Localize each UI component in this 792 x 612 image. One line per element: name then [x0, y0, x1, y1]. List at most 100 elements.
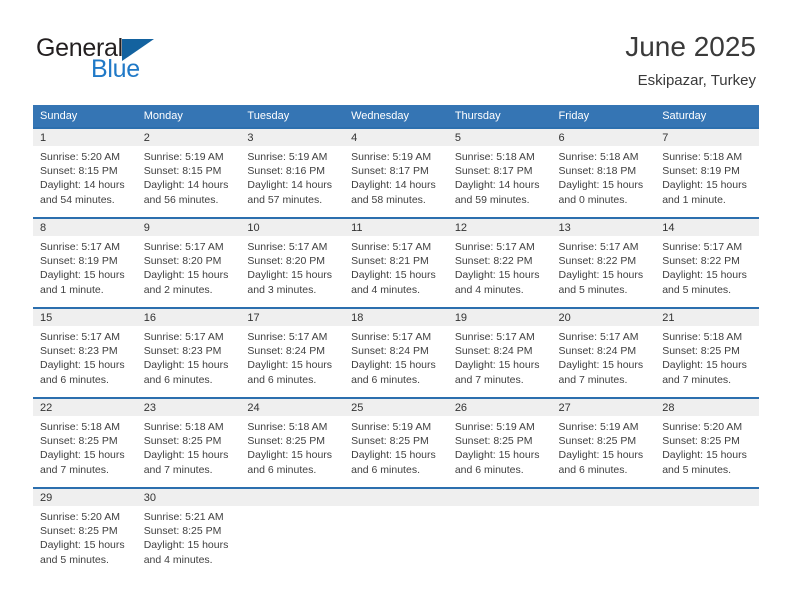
day-cell[interactable]: 24 Sunrise: 5:18 AM Sunset: 8:25 PM Dayligh… — [240, 397, 345, 487]
daylight-text-line1: Daylight: 15 hours — [40, 269, 125, 282]
day-cell[interactable]: 20 Sunrise: 5:17 AM Sunset: 8:24 PM Dayligh… — [551, 307, 656, 397]
day-cell[interactable]: 2 Sunrise: 5:19 AM Sunset: 8:15 PM Daylight… — [136, 127, 241, 217]
day-cell[interactable]: 28 Sunrise: 5:20 AM Sunset: 8:25 PM Dayligh… — [655, 397, 759, 487]
day-number: 14 — [655, 219, 759, 236]
daylight-text-line2: and 0 minutes. — [558, 193, 628, 206]
page-title: June 2025 — [625, 31, 756, 62]
day-cell[interactable]: 8 Sunrise: 5:17 AM Sunset: 8:19 PM Daylight… — [33, 217, 137, 307]
daylight-text-line2: and 58 minutes. — [351, 193, 426, 206]
daylight-text-line1: Daylight: 15 hours — [351, 449, 436, 462]
daylight-text-line2: and 7 minutes. — [662, 373, 732, 386]
day-number — [655, 489, 759, 506]
sunset-text: Sunset: 8:23 PM — [40, 345, 118, 358]
daylight-text-line2: and 7 minutes. — [40, 463, 109, 476]
day-cell[interactable]: 22 Sunrise: 5:18 AM Sunset: 8:25 PM Dayligh… — [33, 397, 137, 487]
day-cell[interactable]: 19 Sunrise: 5:17 AM Sunset: 8:24 PM Dayligh… — [447, 307, 552, 397]
sunset-text: Sunset: 8:25 PM — [351, 435, 429, 448]
calendar-page: General Blue June 2025 Eskipazar, Turkey… — [0, 0, 792, 612]
day-number: 17 — [240, 309, 345, 326]
day-cell[interactable]: 23 Sunrise: 5:18 AM Sunset: 8:25 PM Dayligh… — [136, 397, 241, 487]
day-number: 1 — [33, 129, 137, 146]
day-cell[interactable]: 27 Sunrise: 5:19 AM Sunset: 8:25 PM Dayligh… — [551, 397, 656, 487]
day-number: 2 — [136, 129, 241, 146]
day-cell[interactable]: 21 Sunrise: 5:18 AM Sunset: 8:25 PM Dayligh… — [655, 307, 759, 397]
daylight-text-line2: and 6 minutes. — [247, 463, 317, 476]
daylight-text-line1: Daylight: 15 hours — [40, 539, 125, 552]
day-cell[interactable]: 18 Sunrise: 5:17 AM Sunset: 8:24 PM Dayligh… — [344, 307, 448, 397]
daylight-text-line1: Daylight: 15 hours — [662, 359, 747, 372]
day-number: 15 — [33, 309, 137, 326]
daylight-text-line2: and 6 minutes. — [351, 463, 420, 476]
daylight-text-line2: and 6 minutes. — [454, 463, 524, 476]
day-cell[interactable]: 25 Sunrise: 5:19 AM Sunset: 8:25 PM Dayligh… — [344, 397, 448, 487]
daylight-text-line2: and 5 minutes. — [558, 283, 628, 296]
day-cell[interactable]: 9 Sunrise: 5:17 AM Sunset: 8:20 PM Daylight… — [136, 217, 241, 307]
day-cell[interactable]: 16 Sunrise: 5:17 AM Sunset: 8:23 PM Dayligh… — [136, 307, 241, 397]
general-blue-logo[interactable]: General Blue — [36, 34, 226, 88]
daylight-text-line2: and 7 minutes. — [558, 373, 628, 386]
day-cell[interactable]: 26 Sunrise: 5:19 AM Sunset: 8:25 PM Dayligh… — [447, 397, 552, 487]
daylight-text-line2: and 56 minutes. — [143, 193, 219, 206]
daylight-text-line2: and 59 minutes. — [454, 193, 530, 206]
day-cell[interactable]: 29 Sunrise: 5:20 AM Sunset: 8:25 PM Dayligh… — [33, 487, 137, 577]
sunset-text: Sunset: 8:22 PM — [558, 255, 637, 268]
day-cell[interactable]: 14 Sunrise: 5:17 AM Sunset: 8:22 PM Dayligh… — [655, 217, 759, 307]
daylight-text-line2: and 5 minutes. — [662, 463, 732, 476]
sunrise-text: Sunrise: 5:17 AM — [454, 241, 535, 253]
sunset-text: Sunset: 8:24 PM — [351, 345, 429, 358]
day-cell[interactable]: 10 Sunrise: 5:17 AM Sunset: 8:20 PM Dayligh… — [240, 217, 345, 307]
day-cell[interactable]: 1 Sunrise: 5:20 AM Sunset: 8:15 PM Daylight… — [33, 127, 137, 217]
daylight-text-line1: Daylight: 15 hours — [558, 449, 644, 462]
sunrise-text: Sunrise: 5:17 AM — [351, 331, 432, 343]
day-number: 28 — [655, 399, 759, 416]
sunrise-text: Sunrise: 5:19 AM — [351, 151, 432, 163]
sunrise-text: Sunrise: 5:19 AM — [454, 421, 535, 433]
day-number: 4 — [344, 129, 448, 146]
day-number: 19 — [447, 309, 552, 326]
daylight-text-line1: Daylight: 15 hours — [558, 359, 644, 372]
sunset-text: Sunset: 8:15 PM — [40, 165, 118, 178]
day-cell[interactable]: 13 Sunrise: 5:17 AM Sunset: 8:22 PM Dayligh… — [551, 217, 656, 307]
daylight-text-line1: Daylight: 15 hours — [40, 359, 125, 372]
daylight-text-line1: Daylight: 14 hours — [247, 179, 333, 192]
day-number: 23 — [136, 399, 241, 416]
day-cell[interactable]: 7 Sunrise: 5:18 AM Sunset: 8:19 PM Daylight… — [655, 127, 759, 217]
sunrise-text: Sunrise: 5:17 AM — [558, 241, 639, 253]
day-cell-empty — [551, 487, 656, 577]
weekday-header-wednesday: Wednesday — [344, 105, 448, 127]
sunset-text: Sunset: 8:25 PM — [662, 435, 740, 448]
sunset-text: Sunset: 8:25 PM — [454, 435, 533, 448]
sunrise-text: Sunrise: 5:17 AM — [662, 241, 743, 253]
sunrise-text: Sunrise: 5:17 AM — [247, 331, 328, 343]
day-number: 5 — [447, 129, 552, 146]
sunrise-text: Sunrise: 5:20 AM — [662, 421, 743, 433]
calendar-table: Sunday Monday Tuesday Wednesday Thursday… — [33, 105, 759, 577]
day-cell[interactable]: 5 Sunrise: 5:18 AM Sunset: 8:17 PM Daylight… — [447, 127, 552, 217]
day-cell[interactable]: 4 Sunrise: 5:19 AM Sunset: 8:17 PM Daylight… — [344, 127, 448, 217]
day-number — [447, 489, 552, 506]
daylight-text-line2: and 1 minute. — [40, 283, 104, 296]
sunset-text: Sunset: 8:25 PM — [247, 435, 326, 448]
day-cell[interactable]: 30 Sunrise: 5:21 AM Sunset: 8:25 PM Dayligh… — [136, 487, 241, 577]
day-cell[interactable]: 17 Sunrise: 5:17 AM Sunset: 8:24 PM Dayligh… — [240, 307, 345, 397]
day-cell[interactable]: 3 Sunrise: 5:19 AM Sunset: 8:16 PM Daylight… — [240, 127, 345, 217]
daylight-text-line1: Daylight: 15 hours — [351, 359, 436, 372]
daylight-text-line2: and 5 minutes. — [662, 283, 732, 296]
page-subtitle: Eskipazar, Turkey — [637, 72, 756, 89]
day-cell-empty — [655, 487, 759, 577]
weekday-header-friday: Friday — [551, 105, 656, 127]
sunrise-text: Sunrise: 5:17 AM — [40, 241, 120, 253]
daylight-text-line2: and 7 minutes. — [454, 373, 524, 386]
day-cell[interactable]: 6 Sunrise: 5:18 AM Sunset: 8:18 PM Daylight… — [551, 127, 656, 217]
day-cell[interactable]: 12 Sunrise: 5:17 AM Sunset: 8:22 PM Dayligh… — [447, 217, 552, 307]
weekday-header-thursday: Thursday — [447, 105, 552, 127]
sunrise-text: Sunrise: 5:17 AM — [143, 331, 224, 343]
daylight-text-line2: and 7 minutes. — [143, 463, 213, 476]
day-cell[interactable]: 11 Sunrise: 5:17 AM Sunset: 8:21 PM Dayligh… — [344, 217, 448, 307]
day-number: 9 — [136, 219, 241, 236]
daylight-text-line2: and 57 minutes. — [247, 193, 323, 206]
day-cell[interactable]: 15 Sunrise: 5:17 AM Sunset: 8:23 PM Dayligh… — [33, 307, 137, 397]
daylight-text-line1: Daylight: 15 hours — [558, 179, 644, 192]
day-cell-empty — [447, 487, 552, 577]
sunrise-text: Sunrise: 5:19 AM — [247, 151, 328, 163]
